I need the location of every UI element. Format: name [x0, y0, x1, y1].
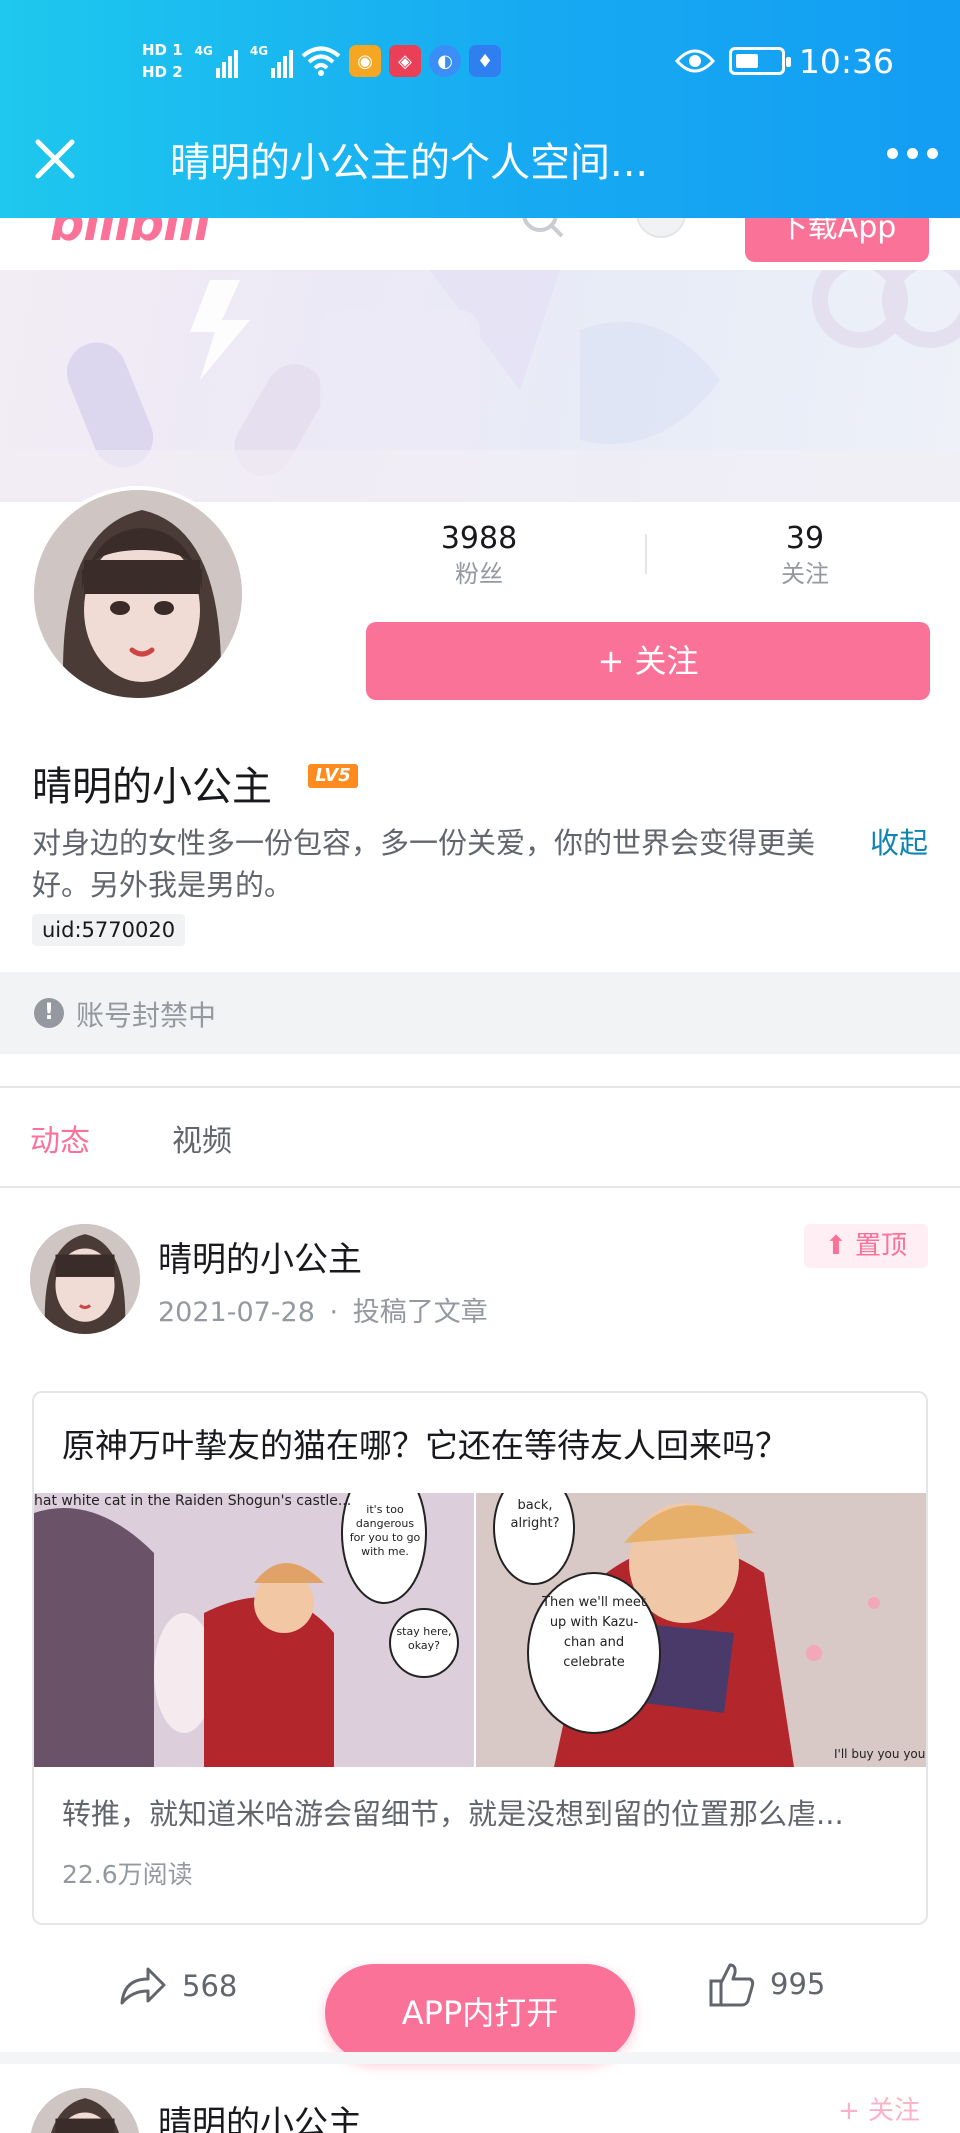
sim1-label: HD 1	[142, 41, 183, 59]
search-icon[interactable]	[520, 218, 564, 244]
app-icon: ◈	[389, 45, 422, 77]
uid-badge: uid:5770020	[32, 914, 186, 946]
article-card[interactable]: 原神万叶挚友的猫在哪？它还在等待友人回来吗？ hat white cat in …	[32, 1391, 928, 1925]
article-description: 转推，就知道米哈游会留细节，就是没想到留的位置那么虐...	[62, 1797, 844, 1831]
profile-page: { "status_bar": { "hd1": "HD 1", "hd2": …	[0, 0, 960, 2133]
weibo-icon: ◉	[349, 45, 382, 77]
avatar[interactable]	[30, 486, 246, 702]
page-title: 晴明的小公主的个人空间...	[170, 140, 649, 186]
post-meta: 2021-07-28 · 投稿了文章	[158, 1290, 488, 1329]
banner-art	[0, 270, 960, 502]
tab-videos[interactable]: 视频	[172, 1116, 232, 1160]
eye-icon	[674, 49, 715, 73]
battery-icon	[728, 47, 791, 75]
article-image: hat white cat in the Raiden Shogun's cas…	[34, 1493, 926, 1767]
bulb-icon: ♦	[469, 45, 502, 77]
tab-bar: 动态 视频	[0, 1086, 960, 1188]
signature: 对身边的女性多一份包容，多一份关爱，你的世界会变得更美好。另外我是男的。	[32, 826, 816, 902]
comic-illustration	[34, 1493, 926, 1767]
comic-bubble-1: it's too dangerous for you to go with me…	[349, 1503, 421, 1558]
post-author[interactable]: 晴明的小公主	[158, 1232, 362, 1281]
post-action: 投稿了文章	[352, 1297, 488, 1328]
next-post-author[interactable]: 晴明的小公主	[158, 2096, 362, 2133]
follow-button[interactable]: + 关注	[366, 622, 930, 700]
comic-bubble-3: back, alright?	[510, 1498, 560, 1531]
tab-dynamic[interactable]: 动态	[30, 1116, 90, 1160]
sim2-label: HD 2	[142, 63, 183, 81]
more-icon[interactable]	[887, 148, 938, 159]
share-button[interactable]: 568	[118, 1962, 237, 2010]
comic-caption: hat white cat in the Raiden Shogun's cas…	[34, 1493, 352, 1509]
download-app-button[interactable]: 下载App	[745, 218, 929, 262]
pinned-label: 置顶	[855, 1231, 908, 1261]
next-avatar-image	[30, 2088, 140, 2133]
following-stat[interactable]: 39 关注	[715, 520, 895, 590]
comic-bubble-4: Then we'll meet up with Kazu-chan and ce…	[542, 1595, 646, 1670]
article-title: 原神万叶挚友的猫在哪？它还在等待友人回来吗？	[62, 1426, 788, 1465]
wifi-icon	[301, 46, 341, 76]
post-date: 2021-07-28	[158, 1297, 315, 1328]
post-avatar-image	[30, 1224, 140, 1334]
status-bar-left: HD 1 HD 2 4G 4G ◉ ◈ ◐ ♦	[142, 34, 502, 88]
ban-text: 账号封禁中	[76, 999, 217, 1032]
collapse-link[interactable]: 收起	[870, 822, 928, 864]
network-type-1: 4G	[194, 44, 213, 58]
following-label: 关注	[781, 560, 829, 588]
like-count: 995	[770, 1967, 826, 2001]
post-avatar[interactable]	[30, 1224, 140, 1334]
sim-labels: HD 1 HD 2	[142, 41, 183, 81]
bilibili-logo[interactable]: bilibili	[50, 218, 210, 252]
share-icon	[120, 1967, 166, 2005]
avatar-image	[34, 490, 242, 698]
battery-fill	[735, 54, 758, 68]
level-badge: LV5	[308, 764, 358, 788]
followers-label: 粉丝	[455, 560, 503, 588]
status-bar-right: 10:36	[674, 38, 894, 84]
clock: 10:36	[798, 41, 894, 81]
signal-icon-2: 4G	[249, 44, 294, 78]
site-header: bilibili 下载App	[0, 218, 960, 270]
ban-notice: ! 账号封禁中	[0, 972, 960, 1054]
close-icon[interactable]	[30, 134, 80, 184]
username: 晴明的小公主	[32, 764, 272, 810]
top-bar: HD 1 HD 2 4G 4G ◉ ◈ ◐ ♦ 10:36 晴明的小公主的个人空…	[0, 0, 960, 218]
alert-icon: !	[34, 998, 64, 1028]
next-post-avatar[interactable]	[30, 2088, 140, 2133]
stats-divider	[645, 534, 647, 574]
share-count: 568	[182, 1969, 238, 2003]
browser-icon: ◐	[429, 45, 462, 77]
article-reads: 22.6万阅读	[62, 1860, 193, 1889]
profile-banner	[0, 270, 960, 502]
following-count: 39	[785, 521, 825, 556]
pinned-badge: ⬆ 置顶	[804, 1224, 928, 1268]
followers-stat[interactable]: 3988 粉丝	[389, 520, 569, 590]
comic-bubble-2: stay here, okay?	[396, 1625, 452, 1652]
comic-bubble-5: I'll buy you your	[834, 1747, 926, 1761]
like-button[interactable]: 995	[708, 1960, 825, 2008]
open-in-app-button[interactable]: APP内打开	[325, 1964, 635, 2062]
pin-icon: ⬆	[824, 1231, 847, 1261]
profile-stats: 3988 粉丝 39 关注	[362, 520, 928, 596]
avatar-placeholder[interactable]	[636, 218, 686, 238]
followers-count: 3988	[440, 521, 518, 556]
signal-icon: 4G	[195, 44, 238, 78]
next-post-follow[interactable]: + 关注	[838, 2090, 920, 2127]
meta-separator: ·	[329, 1297, 339, 1328]
section-separator	[0, 2052, 960, 2064]
network-type-2: 4G	[249, 44, 269, 58]
thumbs-up-icon	[709, 1963, 755, 2007]
